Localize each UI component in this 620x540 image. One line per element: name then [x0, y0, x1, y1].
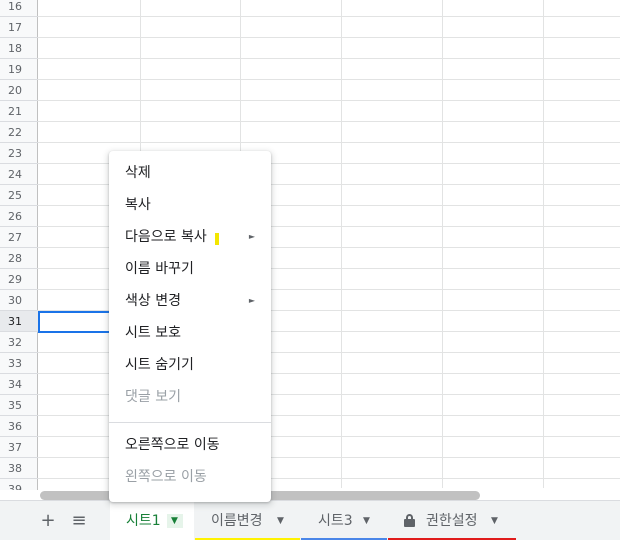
caret-down-icon[interactable]: ▼ [171, 501, 178, 540]
add-sheet-button[interactable]: + [36, 511, 60, 531]
menu-item-change-color[interactable]: 색상 변경 ► [109, 285, 271, 317]
row-number[interactable]: 27 [0, 227, 38, 248]
menu-item-label: 시트 숨기기 [125, 357, 194, 373]
row-number[interactable]: 23 [0, 143, 38, 164]
tab-label: 권한설정 [426, 513, 478, 529]
grid-row[interactable]: 19 [0, 59, 620, 80]
row-number[interactable]: 20 [0, 80, 38, 101]
menu-separator [109, 422, 271, 423]
menu-item-label: 시트 보호 [125, 325, 181, 341]
column-divider [341, 0, 342, 490]
tab-label: 이름변경 [211, 513, 263, 529]
menu-item-label: 복사 [125, 197, 151, 213]
row-number[interactable]: 37 [0, 437, 38, 458]
row-number[interactable]: 28 [0, 248, 38, 269]
menu-item-label: 왼쪽으로 이동 [125, 469, 207, 485]
all-sheets-button[interactable]: ≡ [67, 511, 91, 531]
row-number[interactable]: 35 [0, 395, 38, 416]
row-number[interactable]: 25 [0, 185, 38, 206]
menu-item-view-comments: 댓글 보기 [109, 381, 271, 413]
row-number[interactable]: 39 [0, 479, 38, 490]
tab-sheet1[interactable]: 시트1 ▼ [110, 501, 194, 540]
grid-row[interactable]: 38 [0, 458, 620, 479]
tab-rename[interactable]: 이름변경 ▼ [195, 501, 300, 540]
menu-item-hide-sheet[interactable]: 시트 숨기기 [109, 349, 271, 381]
row-number[interactable]: 33 [0, 353, 38, 374]
column-divider [442, 0, 443, 490]
row-number[interactable]: 31 [0, 311, 38, 332]
menu-item-label: 삭제 [125, 165, 151, 181]
grid-row[interactable]: 18 [0, 38, 620, 59]
tab-permissions[interactable]: 권한설정 ▼ [388, 501, 516, 540]
submenu-arrow-icon: ► [248, 296, 255, 305]
grid-row[interactable]: 20 [0, 80, 620, 101]
grid-row[interactable]: 27 [0, 227, 620, 248]
caret-down-icon[interactable]: ▼ [277, 501, 284, 540]
caret-down-icon[interactable]: ▼ [363, 501, 370, 540]
row-number[interactable]: 22 [0, 122, 38, 143]
grid-row[interactable]: 30 [0, 290, 620, 311]
grid-row[interactable]: 16 [0, 0, 620, 17]
row-number[interactable]: 36 [0, 416, 38, 437]
column-divider [543, 0, 544, 490]
menu-item-label: 오른쪽으로 이동 [125, 437, 220, 453]
tab-label: 시트3 [318, 513, 353, 529]
grid-row[interactable]: 28 [0, 248, 620, 269]
grid-row[interactable]: 35 [0, 395, 620, 416]
menu-item-label: 다음으로 복사 [125, 229, 207, 245]
row-number[interactable]: 24 [0, 164, 38, 185]
row-number[interactable]: 29 [0, 269, 38, 290]
plus-icon: + [40, 510, 56, 531]
menu-item-label: 이름 바꾸기 [125, 261, 194, 277]
menu-item-rename[interactable]: 이름 바꾸기 [109, 253, 271, 285]
sheet-tab-bar: + ≡ 시트1 ▼ 이름변경 ▼ 시트3 ▼ 권한설정 ▼ [0, 500, 620, 540]
row-number[interactable]: 26 [0, 206, 38, 227]
row-number[interactable]: 34 [0, 374, 38, 395]
grid-row[interactable]: 22 [0, 122, 620, 143]
grid-row[interactable]: 32 [0, 332, 620, 353]
row-number[interactable]: 21 [0, 101, 38, 122]
menu-item-copy-to[interactable]: 다음으로 복사 ► [109, 221, 271, 253]
lock-icon [404, 514, 415, 527]
grid-row[interactable]: 37 [0, 437, 620, 458]
caret-down-icon[interactable]: ▼ [491, 501, 498, 540]
grid-row[interactable]: 23 [0, 143, 620, 164]
grid-row[interactable]: 26 [0, 206, 620, 227]
menu-item-delete[interactable]: 삭제 [109, 157, 271, 189]
row-number[interactable]: 38 [0, 458, 38, 479]
sheet-grid[interactable]: 16 17 18 19 20 21 22 23 24 25 26 27 28 29 30 31 32 33 34 35… [0, 0, 620, 490]
row-number[interactable]: 30 [0, 290, 38, 311]
grid-row[interactable]: 33 [0, 353, 620, 374]
menu-item-move-left: 왼쪽으로 이동 [109, 461, 271, 493]
tab-label: 시트1 [126, 513, 161, 529]
row-number[interactable]: 32 [0, 332, 38, 353]
text-cursor-marker [215, 233, 219, 245]
sheet-context-menu: 삭제 복사 다음으로 복사 ► 이름 바꾸기 색상 변경 ► 시트 보호 시트 숨기… [109, 151, 271, 502]
grid-row[interactable]: 36 [0, 416, 620, 437]
row-number[interactable]: 17 [0, 17, 38, 38]
grid-row[interactable]: 34 [0, 374, 620, 395]
row-number[interactable]: 19 [0, 59, 38, 80]
submenu-arrow-icon: ► [248, 232, 255, 241]
menu-item-move-right[interactable]: 오른쪽으로 이동 [109, 429, 271, 461]
menu-item-copy[interactable]: 복사 [109, 189, 271, 221]
menu-item-label: 색상 변경 [125, 293, 181, 309]
tab-sheet3[interactable]: 시트3 ▼ [301, 501, 387, 540]
grid-row[interactable]: 25 [0, 185, 620, 206]
grid-row[interactable]: 24 [0, 164, 620, 185]
grid-row[interactable]: 29 [0, 269, 620, 290]
list-icon: ≡ [71, 510, 87, 531]
menu-item-label: 댓글 보기 [125, 389, 181, 405]
menu-item-protect-sheet[interactable]: 시트 보호 [109, 317, 271, 349]
row-number[interactable]: 18 [0, 38, 38, 59]
grid-row[interactable]: 17 [0, 17, 620, 38]
grid-row[interactable]: 21 [0, 101, 620, 122]
row-number[interactable]: 16 [0, 0, 38, 17]
